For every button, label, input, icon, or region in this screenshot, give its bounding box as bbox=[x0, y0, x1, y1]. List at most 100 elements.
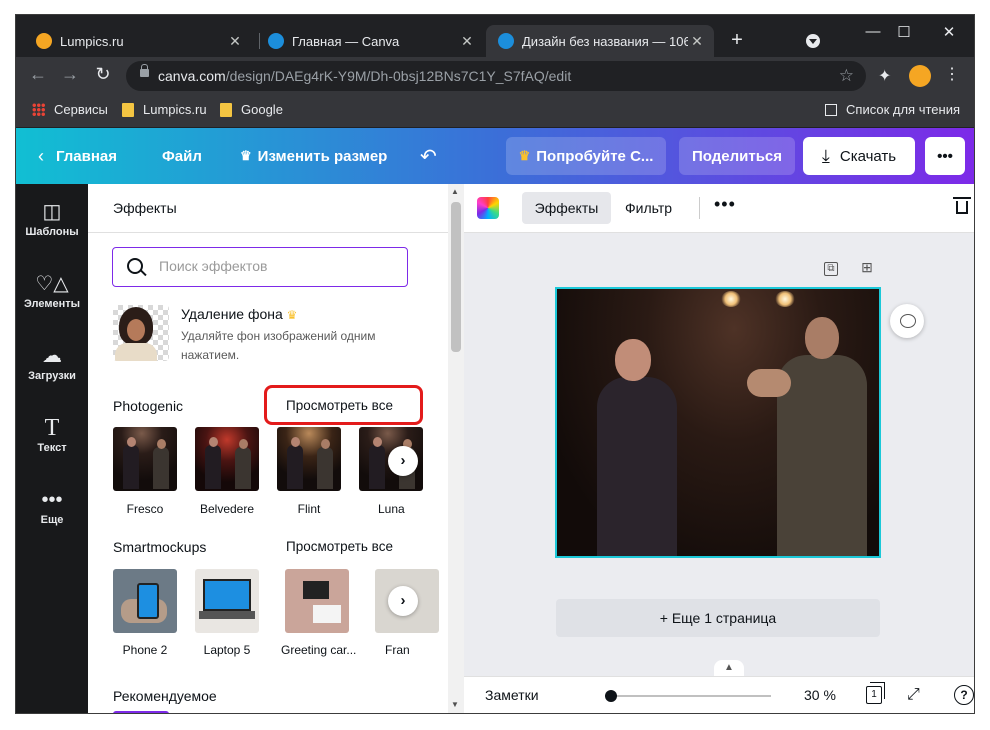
collapse-notes-icon[interactable]: ▲ bbox=[714, 660, 744, 676]
crown-icon: ♛ bbox=[286, 308, 298, 322]
rail-item-text[interactable]: T Текст bbox=[16, 416, 88, 454]
duplicate-page-icon[interactable]: ⧉ bbox=[824, 262, 838, 276]
trash-icon[interactable] bbox=[953, 197, 971, 214]
bg-remove-thumbnail[interactable] bbox=[113, 305, 169, 361]
search-input[interactable] bbox=[157, 257, 391, 275]
rail-item-more[interactable]: ••• Еще bbox=[16, 488, 88, 526]
minimize-button[interactable]: — bbox=[858, 23, 888, 40]
zoom-slider[interactable] bbox=[605, 690, 771, 702]
reading-list[interactable]: Список для чтения bbox=[825, 102, 960, 117]
effect-thumb-fresco[interactable] bbox=[113, 427, 177, 491]
add-page-button[interactable]: + Еще 1 страница bbox=[556, 599, 880, 637]
canva-favicon-icon bbox=[268, 33, 284, 49]
bg-remove-description: Удаляйте фон изображений одним нажатием. bbox=[181, 329, 376, 362]
notes-button[interactable]: Заметки bbox=[485, 687, 539, 703]
tab-canva-home[interactable]: Главная — Canva ✕ bbox=[256, 25, 484, 57]
forward-arrow-icon[interactable]: → bbox=[58, 64, 82, 85]
folder-icon bbox=[220, 102, 232, 117]
extensions-puzzle-icon[interactable]: ✦ bbox=[878, 66, 891, 86]
body bbox=[115, 343, 157, 361]
lamp bbox=[775, 291, 795, 307]
close-window-button[interactable]: ✕ bbox=[934, 23, 964, 41]
try-pro-button[interactable]: ♛ Попробуйте С... bbox=[506, 137, 666, 175]
resize-label: Изменить размер bbox=[257, 147, 388, 165]
templates-icon: ◫ bbox=[42, 201, 62, 223]
profile-avatar[interactable] bbox=[909, 65, 931, 87]
search-icon bbox=[127, 258, 143, 274]
mockup-thumb-laptop[interactable] bbox=[195, 569, 259, 633]
zoom-level[interactable]: 30 % bbox=[804, 687, 836, 703]
tab-canva-design[interactable]: Дизайн без названия — 1066 ✕ bbox=[486, 25, 714, 57]
effects-tab-button[interactable]: Эффекты bbox=[522, 192, 611, 224]
coat bbox=[597, 377, 677, 556]
rail-item-elements[interactable]: ♡△ Элементы bbox=[16, 272, 88, 310]
next-arrow-photogenic[interactable]: › bbox=[388, 446, 418, 476]
download-label: Скачать bbox=[839, 147, 897, 165]
zoom-slider-knob[interactable] bbox=[605, 690, 617, 702]
tab-close-icon[interactable]: ✕ bbox=[458, 33, 476, 50]
bookmark-star-icon[interactable]: ☆ bbox=[839, 66, 854, 86]
mockup-thumb-greeting-card[interactable] bbox=[285, 569, 349, 633]
help-button[interactable]: ? bbox=[954, 685, 974, 705]
home-label: Главная bbox=[56, 147, 118, 165]
bookmark-google[interactable]: Google bbox=[220, 102, 283, 117]
card bbox=[313, 605, 341, 623]
highlight-frame bbox=[264, 385, 423, 425]
tab-close-icon[interactable]: ✕ bbox=[226, 33, 244, 50]
tab-lumpics[interactable]: Lumpics.ru ✕ bbox=[24, 25, 252, 57]
hands bbox=[747, 369, 791, 397]
back-arrow-icon[interactable]: ← bbox=[26, 64, 50, 85]
effects-search[interactable] bbox=[112, 247, 408, 287]
color-swatch-icon[interactable] bbox=[477, 197, 499, 219]
fullscreen-icon[interactable]: ⤢ bbox=[907, 686, 920, 704]
download-button[interactable]: ⤓ Скачать bbox=[803, 137, 915, 175]
design-canvas-photo[interactable] bbox=[555, 287, 881, 558]
next-arrow-smartmockups[interactable]: › bbox=[388, 586, 418, 616]
file-menu-button[interactable]: Файл bbox=[162, 128, 202, 184]
tab-close-icon[interactable]: ✕ bbox=[688, 33, 706, 50]
rail-item-uploads[interactable]: ☁ Загрузки bbox=[16, 344, 88, 382]
tab-search-icon[interactable] bbox=[806, 34, 820, 48]
effects-panel: Эффекты Удаление фона ♛ Удаляйте фон изо… bbox=[88, 184, 448, 713]
panel-scrollbar[interactable]: ▲ ▼ bbox=[448, 184, 464, 713]
address-bar[interactable]: canva.com/design/DAEg4rK-Y9M/Dh-0bsj12BN… bbox=[126, 61, 866, 91]
home-button[interactable]: ‹ Главная bbox=[38, 128, 117, 184]
scroll-up-icon[interactable]: ▲ bbox=[451, 187, 459, 196]
bookmark-services[interactable]: Сервисы bbox=[32, 102, 108, 117]
mockup-label: Phone 2 bbox=[122, 643, 168, 657]
bookmark-lumpics[interactable]: Lumpics.ru bbox=[122, 102, 207, 117]
see-all-smartmockups-link[interactable]: Просмотреть все bbox=[286, 539, 393, 554]
browser-toolbar: ← → ↻ canva.com/design/DAEg4rK-Y9M/Dh-0b… bbox=[16, 57, 974, 95]
rail-item-templates[interactable]: ◫ Шаблоны bbox=[16, 200, 88, 238]
mockup-thumb-phone[interactable] bbox=[113, 569, 177, 633]
effect-thumb-flint[interactable] bbox=[277, 427, 341, 491]
scrollbar-thumb[interactable] bbox=[451, 202, 461, 352]
resize-button[interactable]: ♛ Изменить размер bbox=[240, 128, 387, 184]
page-count-icon[interactable]: 1 bbox=[866, 682, 885, 704]
effect-thumb-belvedere[interactable] bbox=[195, 427, 259, 491]
scroll-down-icon[interactable]: ▼ bbox=[451, 700, 459, 709]
reload-icon[interactable]: ↻ bbox=[91, 64, 115, 85]
browser-menu-icon[interactable]: ⋮ bbox=[944, 64, 960, 84]
face bbox=[127, 319, 145, 341]
effect-label: Belvedere bbox=[199, 502, 255, 516]
crown-icon: ♛ bbox=[518, 148, 531, 163]
bg-remove-title[interactable]: Удаление фона ♛ bbox=[181, 306, 297, 322]
share-button[interactable]: Поделиться bbox=[679, 137, 795, 175]
bookmarks-bar: Сервисы Lumpics.ru Google Список для чте… bbox=[16, 95, 974, 128]
figure bbox=[153, 439, 169, 489]
new-tab-button[interactable]: + bbox=[726, 29, 748, 52]
add-comment-button[interactable] bbox=[890, 304, 924, 338]
recommended-thumb-peek[interactable] bbox=[113, 711, 169, 713]
try-pro-label: Попробуйте С... bbox=[536, 147, 654, 165]
more-options-button[interactable]: ••• bbox=[925, 137, 965, 175]
add-page-icon[interactable]: ⊞ bbox=[860, 260, 874, 276]
filter-tab-button[interactable]: Фильтр bbox=[625, 192, 672, 224]
undo-icon[interactable]: ↶ bbox=[420, 128, 437, 184]
more-tools-button[interactable]: ••• bbox=[714, 194, 736, 215]
section-title-smartmockups: Smartmockups bbox=[113, 539, 207, 555]
head bbox=[805, 317, 839, 359]
editor-area: Эффекты Фильтр ••• ⧉ ⊞ + Еще 1 страница … bbox=[464, 184, 974, 713]
maximize-button[interactable]: ☐ bbox=[889, 23, 919, 41]
effect-label: Flint bbox=[297, 502, 321, 516]
